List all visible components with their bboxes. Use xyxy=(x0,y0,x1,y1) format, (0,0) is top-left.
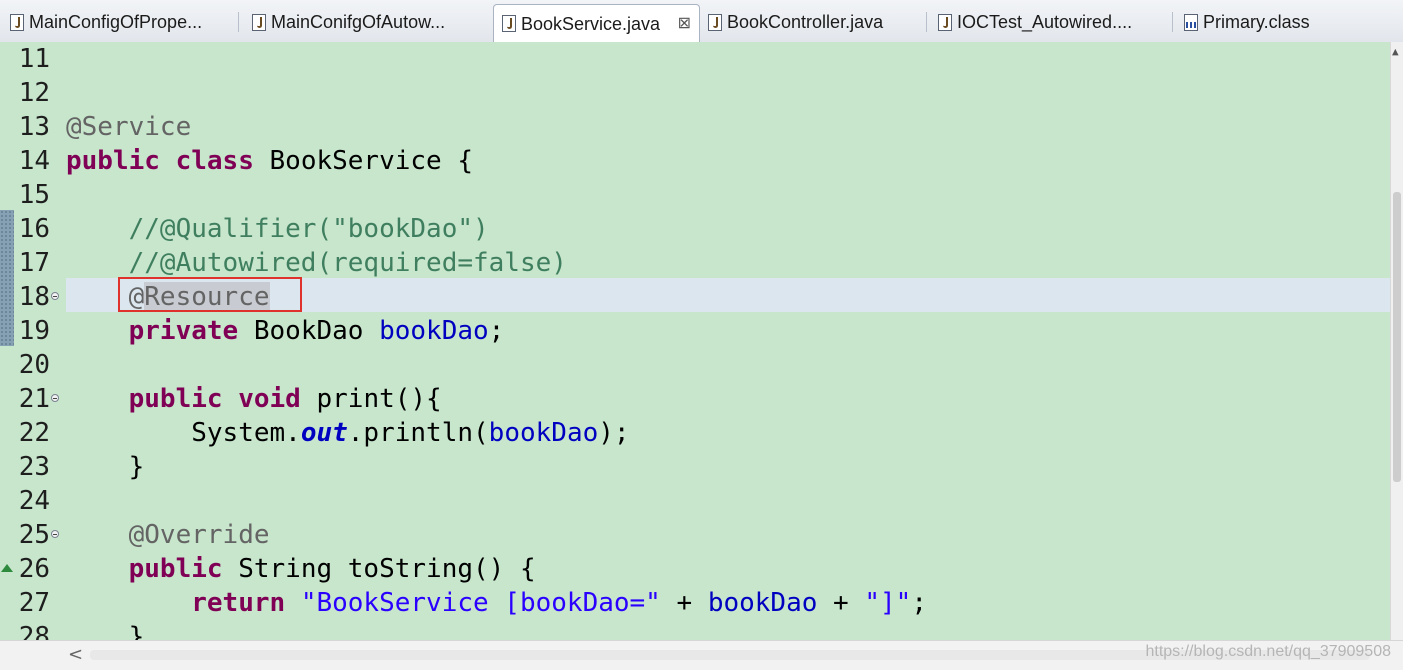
line-number: 12 xyxy=(18,78,50,108)
keyword: void xyxy=(238,384,301,414)
line-number: 18 xyxy=(18,282,50,312)
close-tab-icon[interactable]: ⊠ xyxy=(678,5,691,42)
tab-separator xyxy=(238,12,239,32)
scroll-up-arrow-icon[interactable]: ▲ xyxy=(1392,46,1399,58)
fold-toggle-icon[interactable] xyxy=(51,394,59,402)
tab-main-config-of-autowired[interactable]: MainConifgOfAutow... xyxy=(244,6,480,39)
line-number: 11 xyxy=(18,44,50,74)
line-number: 19 xyxy=(18,316,50,346)
java-file-icon xyxy=(938,14,952,31)
closing-brace: } xyxy=(128,452,145,482)
line-number: 22 xyxy=(18,418,50,448)
tab-separator xyxy=(1172,12,1173,32)
field-name: bookDao xyxy=(707,588,818,618)
code-line: 28 } xyxy=(0,620,1390,640)
type-name: BookDao xyxy=(253,316,364,346)
keyword: public xyxy=(66,146,160,176)
line-number: 16 xyxy=(18,214,50,244)
line-number: 26 xyxy=(18,554,50,584)
line-number: 21 xyxy=(18,384,50,414)
vertical-scrollbar[interactable]: ▲ xyxy=(1390,42,1403,640)
keyword: return xyxy=(191,588,286,618)
call-end: ); xyxy=(598,418,630,448)
method-declaration: String toString() { xyxy=(238,554,536,584)
code-line: 27 return "BookService [bookDao=" + book… xyxy=(0,586,1390,620)
field-name: bookDao xyxy=(379,316,489,346)
code-line: 14 public class BookService { xyxy=(0,144,1390,178)
system-ref: System. xyxy=(191,418,301,448)
code-line: 16 //@Qualifier("bookDao") xyxy=(0,212,1390,246)
line-number: 27 xyxy=(18,588,50,618)
class-declaration: BookService { xyxy=(269,146,474,176)
fold-toggle-icon[interactable] xyxy=(51,292,59,300)
line-number: 23 xyxy=(18,452,50,482)
field-name: bookDao xyxy=(488,418,599,448)
java-file-icon xyxy=(10,14,24,31)
code-line: 25 @Override xyxy=(0,518,1390,552)
code-editor[interactable]: 11 12 13 @Service 14 public class BookSe… xyxy=(0,42,1390,640)
method-declaration: print(){ xyxy=(316,384,442,414)
code-line: 23 } xyxy=(0,450,1390,484)
code-line: 26 public String toString() { xyxy=(0,552,1390,586)
vertical-scroll-thumb[interactable] xyxy=(1393,192,1401,482)
keyword: public xyxy=(128,384,223,414)
line-number: 20 xyxy=(18,350,50,380)
tab-label: MainConifgOfAutow... xyxy=(271,12,446,32)
method-call: .println( xyxy=(347,418,489,448)
tab-label: BookService.java xyxy=(521,14,661,34)
java-file-icon xyxy=(502,15,516,32)
tab-separator xyxy=(926,12,927,32)
line-number: 15 xyxy=(18,180,50,210)
code-line: 19 private BookDao bookDao; xyxy=(0,314,1390,348)
code-line: 12 xyxy=(0,76,1390,110)
code-line: 13 @Service xyxy=(0,110,1390,144)
tab-label: BookController.java xyxy=(727,12,884,32)
line-number: 28 xyxy=(18,622,50,640)
semicolon: ; xyxy=(488,316,505,346)
tab-ioc-test-autowired[interactable]: IOCTest_Autowired.... xyxy=(930,6,1168,39)
comment: //@Qualifier("bookDao") xyxy=(128,214,489,244)
code-line: 11 xyxy=(0,42,1390,76)
tab-primary-class[interactable]: Primary.class xyxy=(1176,6,1376,39)
line-number: 17 xyxy=(18,248,50,278)
line-number: 24 xyxy=(18,486,50,516)
operator: + xyxy=(676,588,693,618)
code-line: 21 public void print(){ xyxy=(0,382,1390,416)
line-number: 13 xyxy=(18,112,50,142)
annotation-service: @Service xyxy=(66,112,192,142)
semicolon: ; xyxy=(911,588,927,618)
java-file-icon xyxy=(252,14,266,31)
tab-main-config-of-properties[interactable]: MainConfigOfPrope... xyxy=(2,6,228,39)
scroll-left-arrow-icon[interactable]: < xyxy=(68,644,83,665)
horizontal-scrollbar[interactable]: < https://blog.csdn.net/qq_37909508 xyxy=(0,640,1403,670)
string-literal: "]" xyxy=(864,588,912,618)
tab-label: Primary.class xyxy=(1203,12,1310,32)
editor-tab-bar: MainConfigOfPrope... MainConifgOfAutow..… xyxy=(0,0,1403,43)
code-line: 15 xyxy=(0,178,1390,212)
keyword: class xyxy=(175,146,254,176)
line-number: 25 xyxy=(18,520,50,550)
tab-label: IOCTest_Autowired.... xyxy=(957,12,1133,32)
operator: + xyxy=(833,588,849,618)
string-literal: "BookService [bookDao=" xyxy=(300,588,661,618)
tab-book-service[interactable]: BookService.java ⊠ xyxy=(493,4,700,42)
class-file-icon xyxy=(1184,14,1198,31)
code-line: 20 xyxy=(0,348,1390,382)
java-file-icon xyxy=(708,14,722,31)
fold-toggle-icon[interactable] xyxy=(51,530,59,538)
line-number: 14 xyxy=(18,146,50,176)
closing-brace: } xyxy=(128,622,145,640)
code-line: 24 xyxy=(0,484,1390,518)
resource-highlight-box xyxy=(118,277,302,312)
watermark: https://blog.csdn.net/qq_37909508 xyxy=(1145,643,1391,660)
keyword: public xyxy=(128,554,223,584)
keyword: private xyxy=(128,316,239,346)
annotation-override: @Override xyxy=(128,520,270,550)
tab-book-controller[interactable]: BookController.java xyxy=(700,6,926,39)
tab-label: MainConfigOfPrope... xyxy=(29,12,203,32)
code-line: 17 //@Autowired(required=false) xyxy=(0,246,1390,280)
comment: //@Autowired(required=false) xyxy=(128,248,567,278)
code-line: 22 System.out.println(bookDao); xyxy=(0,416,1390,450)
static-field: out xyxy=(300,418,348,448)
